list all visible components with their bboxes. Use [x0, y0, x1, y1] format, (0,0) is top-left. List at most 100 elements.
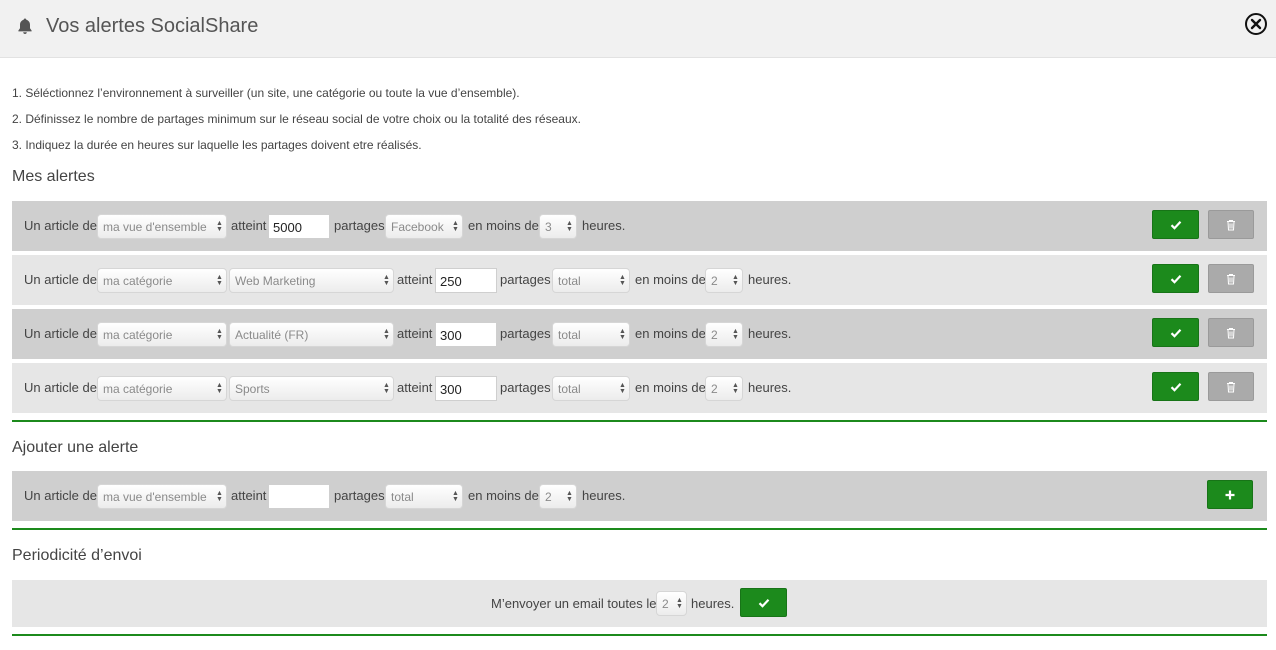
duration-select-value: 2: [545, 490, 552, 504]
add-alert-button[interactable]: [1207, 480, 1253, 509]
scope-select[interactable]: ma catégorie ▲ ▼: [97, 376, 227, 401]
select-arrows-icon: ▲ ▼: [383, 274, 390, 287]
reaches-label: atteint: [231, 488, 267, 503]
category-select-value: Actualité (FR): [235, 328, 309, 342]
check-icon: [1170, 328, 1181, 338]
within-label: en moins de: [468, 488, 539, 503]
scope-select-value: ma vue d'ensemble: [103, 220, 207, 234]
delete-alert-button[interactable]: [1208, 372, 1254, 401]
network-select-value: Facebook: [391, 220, 444, 234]
article-label: Un article de: [24, 218, 97, 233]
add-alert-row: Un article de ma vue d'ensemble ▲ ▼ attei…: [12, 471, 1267, 521]
section-title-my-alerts: Mes alertes: [12, 168, 95, 185]
instruction-step-2: 2. Définissez le nombre de partages mini…: [12, 112, 581, 126]
periodicity-select[interactable]: 2 ▲ ▼: [656, 591, 687, 616]
shares-label: partages: [334, 218, 385, 233]
network-select[interactable]: total ▲ ▼: [552, 268, 630, 293]
threshold-input[interactable]: [268, 484, 330, 509]
scope-select-value: ma vue d'ensemble: [103, 490, 207, 504]
duration-select[interactable]: 2 ▲ ▼: [705, 322, 743, 347]
instruction-step-1: 1. Séléctionnez l’environnement à survei…: [12, 86, 520, 100]
article-label: Un article de: [24, 380, 97, 395]
select-arrows-icon: ▲ ▼: [732, 328, 739, 341]
bell-icon: [18, 18, 32, 34]
threshold-input[interactable]: 300: [435, 322, 497, 347]
save-alert-button[interactable]: [1152, 318, 1199, 347]
duration-select-value: 2: [711, 382, 718, 396]
reaches-label: atteint: [397, 326, 433, 341]
select-arrows-icon: ▲ ▼: [619, 382, 626, 395]
select-arrows-icon: ▲ ▼: [619, 274, 626, 287]
scope-select-value: ma catégorie: [103, 328, 173, 342]
save-alert-button[interactable]: [1152, 264, 1199, 293]
network-select[interactable]: total ▲ ▼: [552, 322, 630, 347]
save-alert-button[interactable]: [1152, 210, 1199, 239]
delete-alert-button[interactable]: [1208, 210, 1254, 239]
scope-select[interactable]: ma vue d'ensemble ▲ ▼: [97, 484, 227, 509]
check-icon: [1170, 382, 1181, 392]
select-arrows-icon: ▲ ▼: [676, 597, 683, 610]
shares-label: partages: [500, 326, 551, 341]
category-select[interactable]: Sports ▲ ▼: [229, 376, 394, 401]
select-arrows-icon: ▲ ▼: [383, 382, 390, 395]
duration-select-value: 2: [711, 274, 718, 288]
scope-select-value: ma catégorie: [103, 274, 173, 288]
category-select[interactable]: Web Marketing ▲ ▼: [229, 268, 394, 293]
alert-row: Un article de ma vue d'ensemble ▲ ▼ attei…: [12, 201, 1267, 251]
section-divider: [12, 528, 1267, 530]
network-select[interactable]: total ▲ ▼: [385, 484, 463, 509]
scope-select-value: ma catégorie: [103, 382, 173, 396]
instruction-step-3: 3. Indiquez la durée en heures sur laque…: [12, 138, 422, 152]
select-arrows-icon: ▲ ▼: [383, 328, 390, 341]
save-alert-button[interactable]: [1152, 372, 1199, 401]
select-arrows-icon: ▲ ▼: [566, 220, 573, 233]
network-select-value: total: [558, 274, 581, 288]
network-select-value: total: [558, 382, 581, 396]
within-label: en moins de: [635, 380, 706, 395]
threshold-input[interactable]: 300: [435, 376, 497, 401]
hours-label: heures.: [582, 488, 626, 503]
periodicity-select-value: 2: [662, 597, 669, 611]
threshold-input[interactable]: 250: [435, 268, 497, 293]
select-arrows-icon: ▲ ▼: [732, 382, 739, 395]
scope-select[interactable]: ma catégorie ▲ ▼: [97, 268, 227, 293]
network-select[interactable]: Facebook ▲ ▼: [385, 214, 463, 239]
select-arrows-icon: ▲ ▼: [216, 328, 223, 341]
article-label: Un article de: [24, 272, 97, 287]
save-periodicity-button[interactable]: [740, 588, 787, 617]
section-title-add-alert: Ajouter une alerte: [12, 439, 139, 456]
threshold-input[interactable]: 5000: [268, 214, 330, 239]
duration-select[interactable]: 2 ▲ ▼: [705, 268, 743, 293]
category-select[interactable]: Actualité (FR) ▲ ▼: [229, 322, 394, 347]
trash-icon: [1227, 273, 1235, 284]
select-arrows-icon: ▲ ▼: [216, 220, 223, 233]
select-arrows-icon: ▲ ▼: [566, 490, 573, 503]
within-label: en moins de: [468, 218, 539, 233]
trash-icon: [1227, 381, 1235, 392]
duration-select[interactable]: 3 ▲ ▼: [539, 214, 577, 239]
duration-select[interactable]: 2 ▲ ▼: [705, 376, 743, 401]
within-label: en moins de: [635, 326, 706, 341]
category-select-value: Web Marketing: [235, 274, 316, 288]
alert-row: Un article de ma catégorie ▲ ▼ Actualité …: [12, 309, 1267, 359]
shares-label: partages: [334, 488, 385, 503]
check-icon: [758, 598, 769, 608]
section-divider: [12, 420, 1267, 422]
section-divider: [12, 634, 1267, 636]
delete-alert-button[interactable]: [1208, 264, 1254, 293]
within-label: en moins de: [635, 272, 706, 287]
scope-select[interactable]: ma catégorie ▲ ▼: [97, 322, 227, 347]
scope-select[interactable]: ma vue d'ensemble ▲ ▼: [97, 214, 227, 239]
plus-icon: [1225, 490, 1235, 499]
close-circle-icon[interactable]: [1244, 12, 1268, 36]
select-arrows-icon: ▲ ▼: [452, 490, 459, 503]
select-arrows-icon: ▲ ▼: [216, 490, 223, 503]
network-select[interactable]: total ▲ ▼: [552, 376, 630, 401]
hours-label: heures.: [582, 218, 626, 233]
duration-select[interactable]: 2 ▲ ▼: [539, 484, 577, 509]
network-select-value: total: [391, 490, 414, 504]
trash-icon: [1227, 327, 1235, 338]
delete-alert-button[interactable]: [1208, 318, 1254, 347]
reaches-label: atteint: [397, 380, 433, 395]
select-arrows-icon: ▲ ▼: [619, 328, 626, 341]
